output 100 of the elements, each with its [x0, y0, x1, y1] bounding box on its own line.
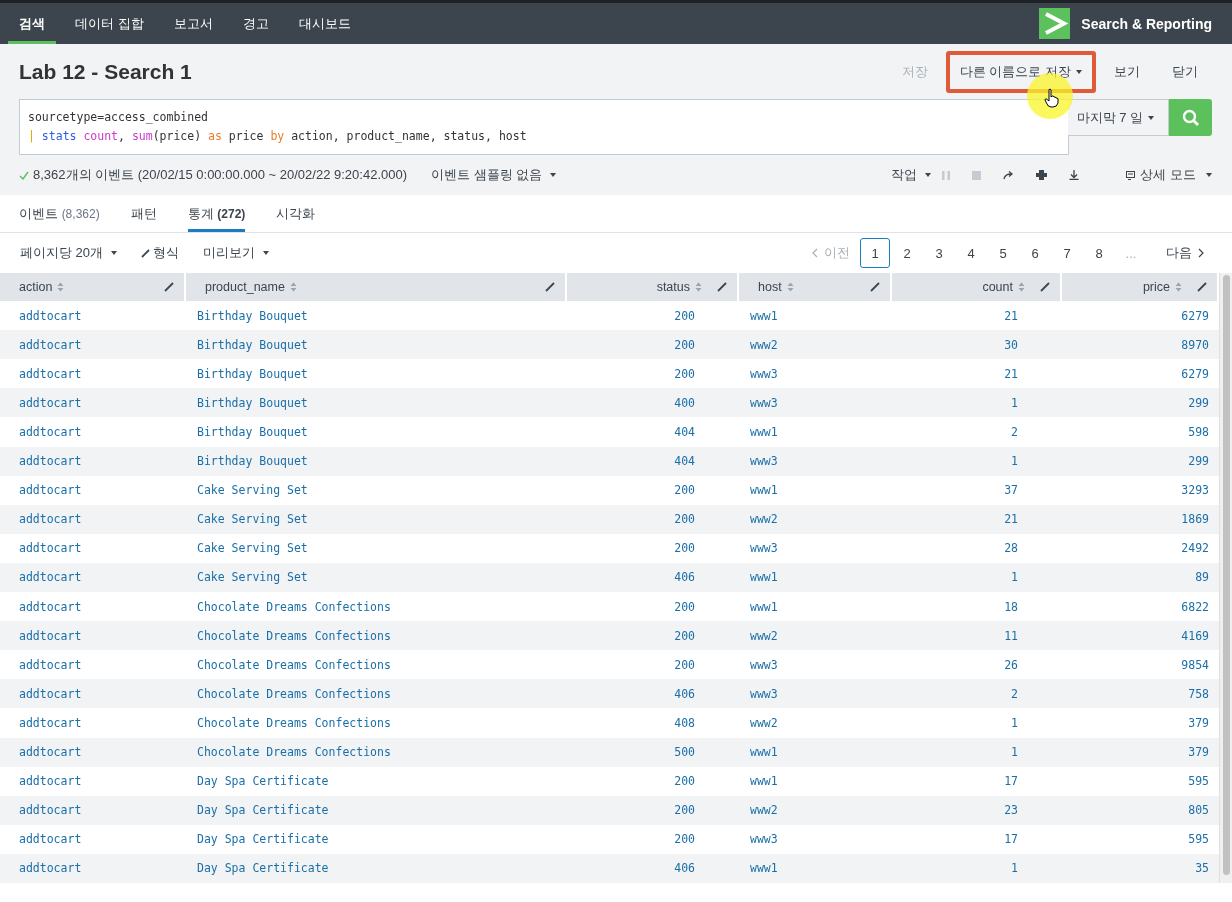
table-cell: www3	[750, 657, 778, 672]
pencil-icon[interactable]	[545, 282, 555, 292]
time-range-picker[interactable]: 마지막 7 일	[1067, 99, 1169, 136]
table-cell: 1869	[1181, 512, 1209, 527]
sort-icon[interactable]	[695, 282, 702, 292]
format-button[interactable]: 형식	[141, 244, 180, 262]
page-button[interactable]: 4	[956, 238, 986, 268]
search-query-field[interactable]: sourcetype=access_combined | stats count, sum(price) as price by action, product_name, status, host	[19, 99, 1069, 155]
table-cell: 404	[674, 424, 695, 439]
pencil-icon[interactable]	[870, 282, 880, 292]
table-cell: www1	[750, 424, 778, 439]
scrollbar[interactable]	[1219, 273, 1232, 883]
nav-tab[interactable]: 경고	[231, 3, 280, 44]
table-cell: 200	[674, 483, 695, 498]
table-cell: Cake Serving Set	[197, 512, 308, 527]
search-mode-dropdown[interactable]: 상세 모드	[1126, 166, 1212, 184]
table-cell: www1	[750, 861, 778, 876]
table-cell: 1	[1011, 715, 1018, 730]
share-icon[interactable]	[1003, 170, 1015, 180]
table-cell: 26	[1004, 657, 1018, 672]
results-tab[interactable]: 패턴	[130, 195, 157, 232]
download-icon[interactable]	[1069, 170, 1080, 180]
table-cell: 406	[674, 570, 695, 585]
nav-tab[interactable]: 대시보드	[287, 3, 362, 44]
sort-icon[interactable]	[1018, 282, 1025, 292]
column-header[interactable]: status	[567, 273, 739, 301]
table-cell: 11	[1004, 628, 1018, 643]
column-label: count	[982, 280, 1013, 294]
next-page-button[interactable]: 다음	[1158, 244, 1212, 262]
table-cell: Birthday Bouquet	[197, 454, 308, 469]
column-label: product_name	[205, 280, 285, 294]
table-cell: 500	[674, 745, 695, 759]
table-cell: 406	[674, 861, 695, 876]
per-page-dropdown[interactable]: 페이지당 20개	[20, 244, 118, 262]
table-cell: www3	[750, 541, 778, 556]
table-cell: 21	[1004, 512, 1018, 527]
table-cell: 30	[1004, 337, 1018, 352]
results-tab[interactable]: 이벤트 (8,362)	[19, 195, 100, 232]
table-cell: Cake Serving Set	[197, 541, 308, 556]
results-tab[interactable]: 통계 (272)	[187, 195, 246, 232]
caret-icon	[925, 173, 932, 177]
table-cell: 379	[1188, 745, 1209, 759]
column-header[interactable]: price	[1062, 273, 1219, 301]
pencil-icon[interactable]	[164, 282, 174, 292]
job-dropdown[interactable]: 작업	[891, 166, 932, 184]
pencil-icon[interactable]	[1197, 282, 1207, 292]
results-tab[interactable]: 시각화	[276, 195, 316, 232]
app-logo-icon	[1039, 8, 1071, 39]
pencil-icon[interactable]	[1040, 282, 1050, 292]
page-button[interactable]: 7	[1052, 238, 1082, 268]
table-cell: 598	[1188, 424, 1209, 439]
column-label: status	[656, 280, 690, 294]
column-label: host	[758, 280, 782, 294]
column-header[interactable]: count	[892, 273, 1062, 301]
table-cell: 37	[1004, 483, 1018, 498]
column-header[interactable]: action	[0, 273, 186, 301]
table-cell: 406	[674, 686, 695, 701]
table-cell: 200	[674, 366, 695, 381]
table-cell: Chocolate Dreams Confections	[197, 686, 391, 701]
table-cell: Birthday Bouquet	[197, 424, 308, 439]
stop-icon[interactable]	[972, 170, 982, 180]
table-cell: www3	[750, 686, 778, 701]
table-cell: 200	[674, 803, 695, 818]
table-cell: addtocart	[19, 657, 82, 672]
table-cell: 200	[674, 774, 695, 789]
brush-icon	[141, 248, 151, 258]
sort-icon[interactable]	[57, 282, 65, 292]
action-button[interactable]: 닫기	[1158, 50, 1212, 93]
page-button[interactable]: 1	[860, 238, 890, 268]
table-cell: www2	[750, 715, 778, 730]
table-cell: 18	[1004, 599, 1018, 614]
table-cell: 17	[1004, 774, 1018, 789]
caret-icon	[1148, 116, 1154, 121]
page-button[interactable]: 8	[1084, 238, 1114, 268]
table-cell: 6279	[1181, 308, 1209, 323]
nav-tab[interactable]: 보고서	[162, 3, 224, 44]
search-title: Lab 12 - Search 1	[19, 59, 192, 84]
sampling-dropdown[interactable]: 이벤트 샘플링 없음	[431, 166, 557, 184]
search-button[interactable]	[1169, 99, 1212, 136]
page-button[interactable]: 6	[1020, 238, 1050, 268]
column-header[interactable]: host	[739, 273, 892, 301]
table-cell: addtocart	[19, 628, 82, 643]
chevron-left-icon	[812, 248, 818, 258]
sort-icon[interactable]	[786, 282, 794, 292]
table-cell: 2	[1011, 424, 1018, 439]
column-header[interactable]: product_name	[186, 273, 567, 301]
preview-dropdown[interactable]: 미리보기	[203, 244, 270, 262]
pencil-icon[interactable]	[717, 282, 727, 292]
pause-icon[interactable]	[942, 170, 951, 180]
sort-icon[interactable]	[289, 282, 297, 292]
sort-icon[interactable]	[1175, 282, 1182, 292]
page-button[interactable]: 2	[892, 238, 922, 268]
table-cell: addtocart	[19, 308, 82, 323]
action-button[interactable]: 보기	[1100, 50, 1154, 93]
page-button[interactable]: 5	[988, 238, 1018, 268]
table-cell: 21	[1004, 308, 1018, 323]
table-cell: 200	[674, 599, 695, 614]
table-cell: www1	[750, 570, 778, 585]
nav-tab[interactable]: 데이터 집합	[64, 3, 155, 44]
page-button[interactable]: 3	[924, 238, 954, 268]
